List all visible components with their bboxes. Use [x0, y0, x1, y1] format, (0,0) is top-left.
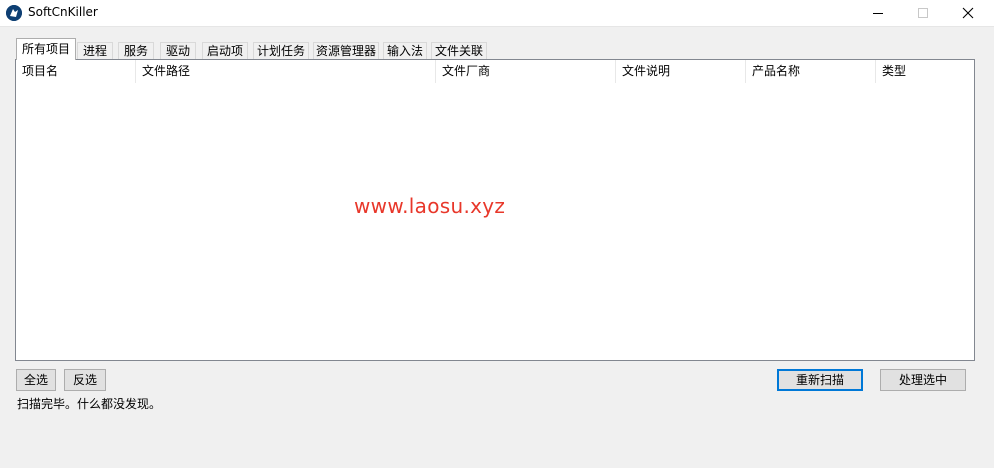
- rescan-button[interactable]: 重新扫描: [777, 369, 863, 391]
- minimize-icon: [873, 13, 883, 14]
- column-header-file-description[interactable]: 文件说明: [616, 60, 746, 83]
- minimize-button[interactable]: [855, 0, 901, 26]
- tab-scheduled-tasks[interactable]: 计划任务: [253, 42, 309, 59]
- tab-file-associations[interactable]: 文件关联: [431, 42, 487, 59]
- close-icon: [962, 7, 974, 19]
- window-title: SoftCnKiller: [28, 5, 98, 19]
- process-selected-button[interactable]: 处理选中: [880, 369, 966, 391]
- title-bar: SoftCnKiller: [0, 0, 994, 27]
- tab-all-items[interactable]: 所有项目: [16, 38, 76, 60]
- invert-selection-button[interactable]: 反选: [64, 369, 106, 391]
- maximize-button[interactable]: [900, 0, 946, 26]
- tab-input-methods[interactable]: 输入法: [383, 42, 427, 59]
- column-header-product-name[interactable]: 产品名称: [746, 60, 876, 83]
- tab-startup[interactable]: 启动项: [202, 42, 248, 59]
- tab-explorer[interactable]: 资源管理器: [313, 42, 379, 59]
- list-header: 项目名 文件路径 文件厂商 文件说明 产品名称 类型: [16, 60, 974, 83]
- tab-services[interactable]: 服务: [118, 42, 154, 59]
- tab-drivers[interactable]: 驱动: [160, 42, 196, 59]
- column-header-type[interactable]: 类型: [876, 60, 974, 83]
- app-logo-icon: [6, 5, 22, 21]
- watermark-text: www.laosu.xyz: [354, 194, 506, 218]
- tab-processes[interactable]: 进程: [77, 42, 113, 59]
- column-header-file-path[interactable]: 文件路径: [136, 60, 436, 83]
- column-header-file-vendor[interactable]: 文件厂商: [436, 60, 616, 83]
- select-all-button[interactable]: 全选: [16, 369, 56, 391]
- close-button[interactable]: [945, 0, 991, 26]
- column-header-item-name[interactable]: 项目名: [16, 60, 136, 83]
- status-text: 扫描完毕。什么都没发现。: [17, 397, 162, 411]
- maximize-icon: [918, 8, 928, 18]
- items-list[interactable]: 项目名 文件路径 文件厂商 文件说明 产品名称 类型 www.laosu.xyz: [15, 59, 975, 361]
